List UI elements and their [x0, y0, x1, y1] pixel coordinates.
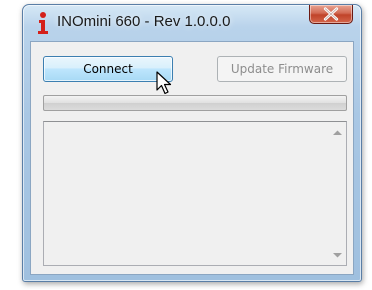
- log-textbox[interactable]: [43, 121, 347, 266]
- connect-button[interactable]: Connect: [43, 56, 173, 82]
- client-area: Connect Update Firmware: [30, 41, 354, 275]
- scroll-up-button[interactable]: [329, 124, 346, 141]
- window-title: INOmini 660 - Rev 1.0.0.0: [57, 13, 231, 30]
- vertical-scrollbar[interactable]: [329, 122, 346, 265]
- close-button[interactable]: [309, 5, 353, 24]
- title-bar[interactable]: INOmini 660 - Rev 1.0.0.0: [23, 5, 361, 41]
- update-firmware-button[interactable]: Update Firmware: [217, 56, 347, 82]
- scroll-down-button[interactable]: [329, 246, 346, 263]
- app-window: INOmini 660 - Rev 1.0.0.0 Connect Update…: [22, 4, 362, 282]
- progress-bar: [43, 95, 347, 111]
- close-icon: [323, 7, 339, 21]
- info-i-icon: [38, 12, 48, 34]
- chevron-up-icon: [333, 130, 342, 135]
- chevron-down-icon: [333, 252, 342, 257]
